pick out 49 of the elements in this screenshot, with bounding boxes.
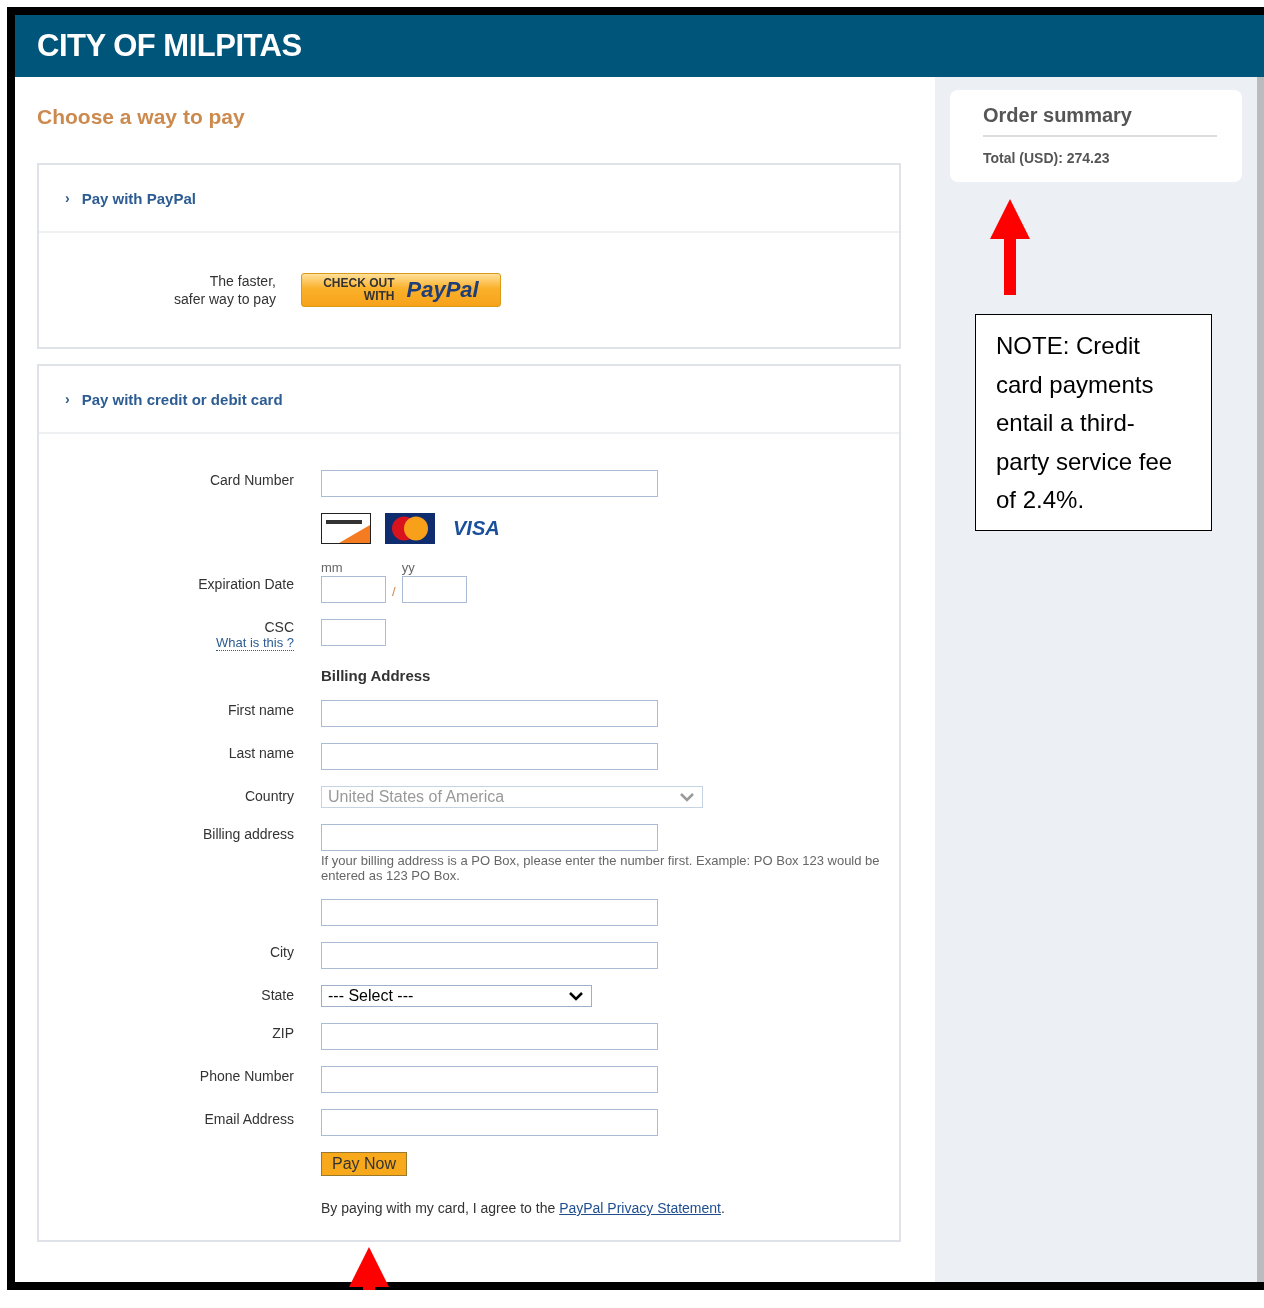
section-link[interactable]: Pay with credit or debit card <box>81 390 283 408</box>
input-field[interactable] <box>321 899 658 926</box>
field-label: CSC <box>264 619 294 635</box>
input-field[interactable] <box>321 743 658 770</box>
input-field[interactable] <box>321 1023 658 1050</box>
field-label: State <box>260 986 294 1003</box>
expander-text: › <box>65 391 70 407</box>
pay-now-button[interactable]: Pay Now <box>321 1152 408 1176</box>
field-label: Billing address <box>201 825 294 842</box>
field-label: City <box>268 943 294 960</box>
input-field[interactable] <box>321 619 386 646</box>
field-hint: mm <box>321 560 344 575</box>
input-field[interactable] <box>321 824 658 851</box>
section-link[interactable]: Pay with PayPal <box>81 189 196 207</box>
input-field[interactable] <box>321 576 386 603</box>
select-field[interactable]: --- Select --- <box>321 985 592 1007</box>
field-hint: yy <box>401 560 416 575</box>
field-label: Last name <box>227 744 294 761</box>
field-label: Country <box>243 787 294 804</box>
field-hint: If your billing address is a PO Box, please enter the number first. Example: PO Box 123 would be entered as 123 PO Box. <box>321 853 881 883</box>
note-box: NOTE: Credit card payments entail a third-party service fee of 2.4%. <box>975 314 1212 531</box>
order-total: Total (USD): 274.23 <box>983 150 1111 166</box>
field-label: ZIP <box>271 1024 294 1041</box>
field-label: Card Number <box>208 471 294 488</box>
chevron-down-icon <box>569 991 583 1001</box>
field-label: Expiration Date <box>197 575 294 592</box>
section-heading: Billing Address <box>321 667 432 684</box>
page-heading: Choose a way to pay <box>37 105 246 129</box>
field-label: Email Address <box>203 1110 294 1127</box>
input-field[interactable] <box>321 942 658 969</box>
visa-logo: VISA <box>453 517 500 540</box>
field-label: Phone Number <box>198 1067 294 1084</box>
card-title: Order summary <box>983 104 1217 137</box>
separator-text: / <box>392 584 396 601</box>
site-title: CITY OF MILPITAS <box>37 28 302 64</box>
chevron-down-icon <box>680 792 694 802</box>
input-field[interactable] <box>321 1066 658 1093</box>
credit-card-icon <box>321 513 371 544</box>
help-link[interactable]: What is this ? <box>215 635 294 651</box>
input-field[interactable] <box>401 576 467 603</box>
expander-text: › <box>65 190 70 206</box>
field-label: First name <box>226 701 294 718</box>
input-field[interactable] <box>321 470 658 497</box>
input-field[interactable] <box>321 700 658 727</box>
credit-card-icon <box>385 513 435 544</box>
tagline-text: The faster, safer way to pay <box>174 272 276 308</box>
privacy-link[interactable]: PayPal Privacy Statement <box>559 1200 721 1216</box>
input-field[interactable] <box>321 1109 658 1136</box>
consent-text: By paying with my card, I agree to the PayPal Privacy Statement. <box>321 1200 726 1216</box>
